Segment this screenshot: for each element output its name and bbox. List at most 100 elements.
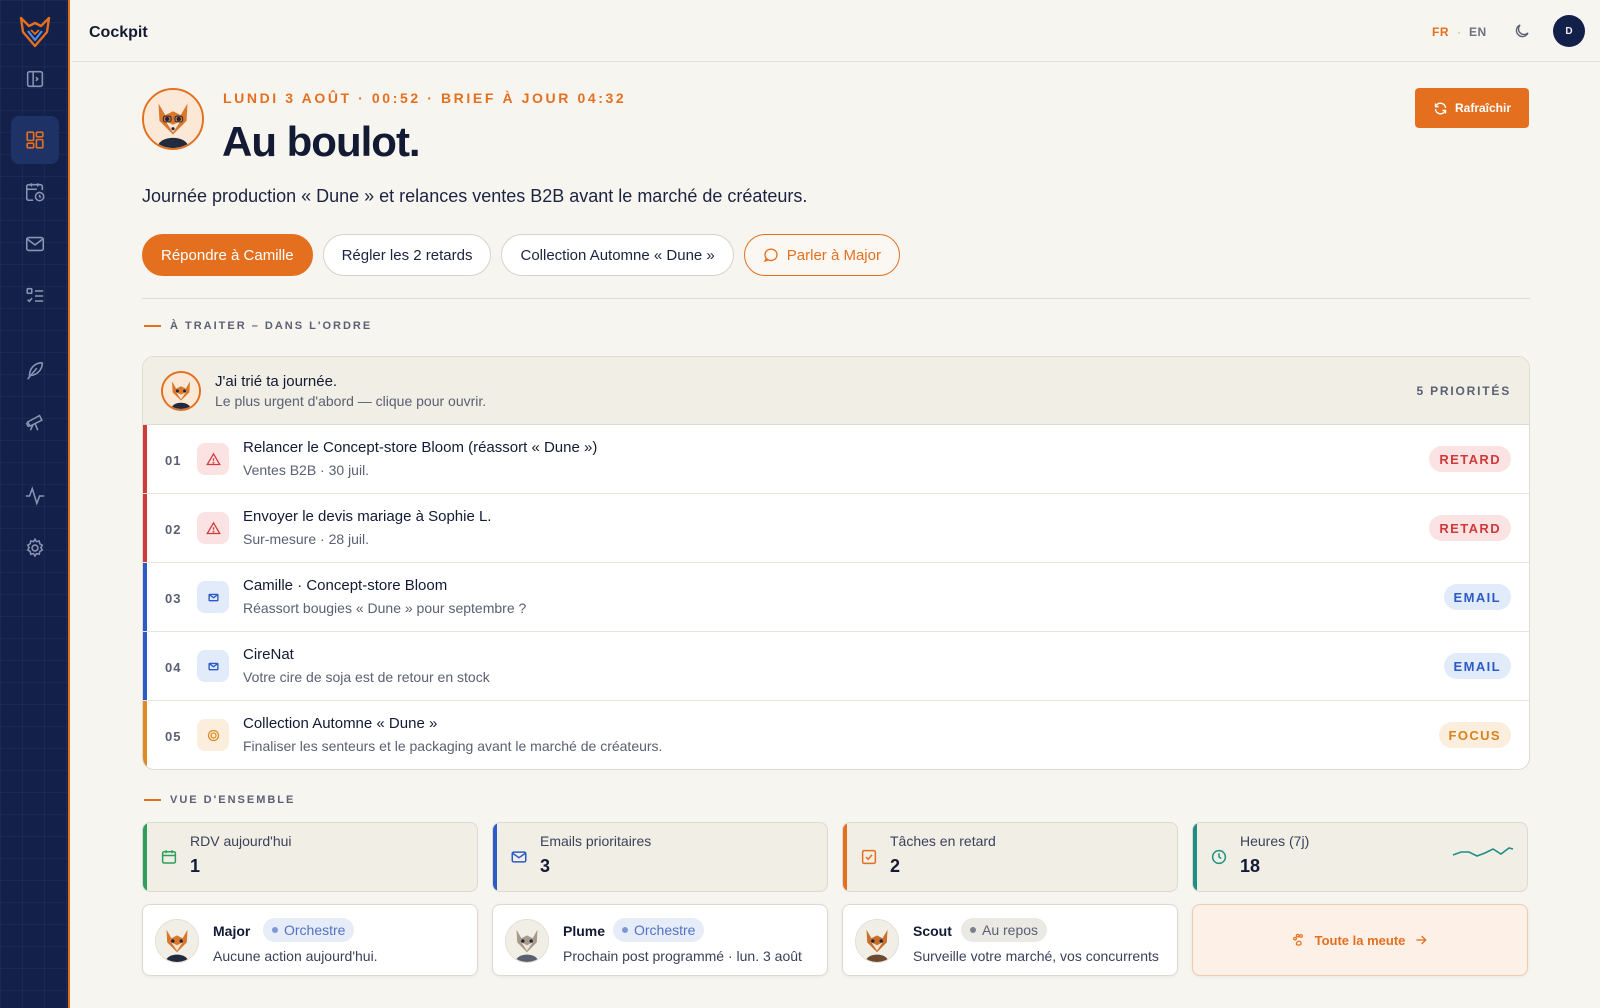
sidebar-item-content[interactable] [11,346,59,394]
calendar-icon [161,850,177,864]
stats-row: RDV aujourd'hui 1 Emails prioritaires 3 … [142,822,1528,892]
stat-value: 1 [190,856,201,876]
activity-icon [25,486,45,506]
telescope-icon [25,414,43,431]
status-badge: EMAIL [1443,653,1511,679]
fox-avatar-icon [506,920,548,962]
hours-sparkline [1452,847,1514,857]
sidebar-item-watch[interactable] [11,398,59,446]
major-avatar [142,88,204,150]
stat-label: RDV aujourd'hui [190,833,292,849]
agent-avatar [855,919,899,963]
agent-card-major[interactable]: Major Orchestre Aucune action aujourd'hu… [142,904,478,976]
section-dash [144,799,161,801]
agent-status: Prochain post programmé · lun. 3 août [563,948,802,964]
stat-card-rdv[interactable]: RDV aujourd'hui 1 [142,822,478,892]
priority-meta: Sur-mesure · 28 juil. [243,531,370,547]
stat-value: 18 [1240,856,1261,876]
priority-row[interactable]: 02 Envoyer le devis mariage à Sophie L. … [143,494,1529,563]
all-agents-button[interactable]: Toute la meute [1192,904,1528,976]
agent-name: Plume [563,923,606,939]
stat-value: 3 [540,856,551,876]
agents-row: Major Orchestre Aucune action aujourd'hu… [142,904,1528,976]
warning-icon [205,521,221,534]
priority-row[interactable]: 04 CireNat Votre cire de soja est de ret… [143,632,1529,701]
collection-dune-button[interactable]: Collection Automne « Dune » [501,234,734,276]
talk-to-major-button[interactable]: Parler à Major [743,234,900,276]
sidebar-item-settings[interactable] [11,524,59,572]
status-badge: FOCUS [1438,722,1511,748]
status-dot [622,927,628,933]
topbar: Cockpit FR · EN D [72,0,1600,62]
envelope-icon [207,593,219,601]
section-divider [142,298,1530,299]
stat-label: Emails prioritaires [540,833,652,849]
sidebar-item-tasks[interactable] [11,272,59,320]
sidebar-item-activity[interactable] [11,472,59,520]
priorities-header: J'ai trié ta journée. Le plus urgent d'a… [143,357,1529,425]
agent-role-tag: Au repos [961,918,1048,942]
lang-en-button[interactable]: EN [1469,25,1487,39]
chat-bubble-icon [763,248,778,263]
agent-name: Scout [913,923,952,939]
stat-card-late-tasks[interactable]: Tâches en retard 2 [842,822,1178,892]
stat-accent-bar [143,823,147,891]
agent-role-label: Orchestre [284,922,346,938]
priority-row[interactable]: 03 Camille · Concept-store Bloom Réassor… [143,563,1529,632]
sidebar-item-calendar[interactable] [11,168,59,216]
priority-meta: Réassort bougies « Dune » pour septembre… [243,600,527,616]
calendar-clock-icon [25,183,45,202]
lang-fr-button[interactable]: FR [1432,25,1449,39]
priority-title: Camille · Concept-store Bloom [243,577,448,594]
day-summary: Journée production « Dune » et relances … [142,186,808,206]
sidebar-item-dashboard[interactable] [11,116,59,164]
gear-icon [26,537,44,558]
feather-icon [27,361,44,380]
agent-card-scout[interactable]: Scout Au repos Surveille votre marché, v… [842,904,1178,976]
fox-avatar-icon [156,920,198,962]
fox-logo-icon[interactable] [17,14,53,50]
mail-icon [25,236,45,252]
lang-separator: · [1457,25,1462,39]
status-badge: RETARD [1429,515,1511,541]
stat-card-emails[interactable]: Emails prioritaires 3 [492,822,828,892]
priority-number: 04 [165,660,182,675]
checklist-icon [26,287,44,303]
refresh-button[interactable]: Rafraîchir [1415,88,1529,128]
section-overview-label: VUE D'ENSEMBLE [144,794,295,806]
priority-meta: Ventes B2B · 30 juil. [243,462,370,478]
priorities-title: J'ai trié ta journée. [215,373,338,390]
section-todo-label: À TRAITER – DANS L'ORDRE [144,320,372,332]
status-badge: RETARD [1429,446,1511,472]
agent-card-plume[interactable]: Plume Orchestre Prochain post programmé … [492,904,828,976]
priority-icon-box [197,719,229,751]
stat-card-hours[interactable]: Heures (7j) 18 [1192,822,1528,892]
moon-icon[interactable] [1513,22,1531,40]
envelope-icon [207,662,219,670]
reply-camille-button[interactable]: Répondre à Camille [142,234,313,276]
priorities-panel: J'ai trié ta journée. Le plus urgent d'a… [142,356,1530,770]
status-badge: EMAIL [1443,584,1511,610]
agent-name: Major [213,923,251,939]
stat-accent-bar [843,823,847,891]
priorities-count: 5 PRIORITÉS [1416,384,1511,398]
fix-delays-button[interactable]: Régler les 2 retards [322,234,492,276]
section-dash [144,325,161,327]
stat-accent-bar [1193,823,1197,891]
priority-meta: Votre cire de soja est de retour en stoc… [243,669,490,685]
sidebar-item-mail[interactable] [11,220,59,268]
sidebar-toggle-button[interactable] [11,55,59,103]
priority-bar [143,632,147,700]
mail-icon [511,851,527,863]
dashboard-icon [26,131,44,149]
refresh-label: Rafraîchir [1454,101,1512,115]
user-avatar[interactable]: D [1553,15,1585,47]
brief-date-line: LUNDI 3 AOÛT · 00:52 · BRIEF À JOUR 04:3… [223,90,627,106]
warning-icon [205,452,221,465]
priority-row[interactable]: 05 Collection Automne « Dune » Finaliser… [143,701,1529,769]
agent-avatar [505,919,549,963]
stat-accent-bar [493,823,497,891]
refresh-icon [1434,102,1447,114]
priority-row[interactable]: 01 Relancer le Concept-store Bloom (réas… [143,425,1529,494]
sidebar-toggle-icon [26,70,44,88]
